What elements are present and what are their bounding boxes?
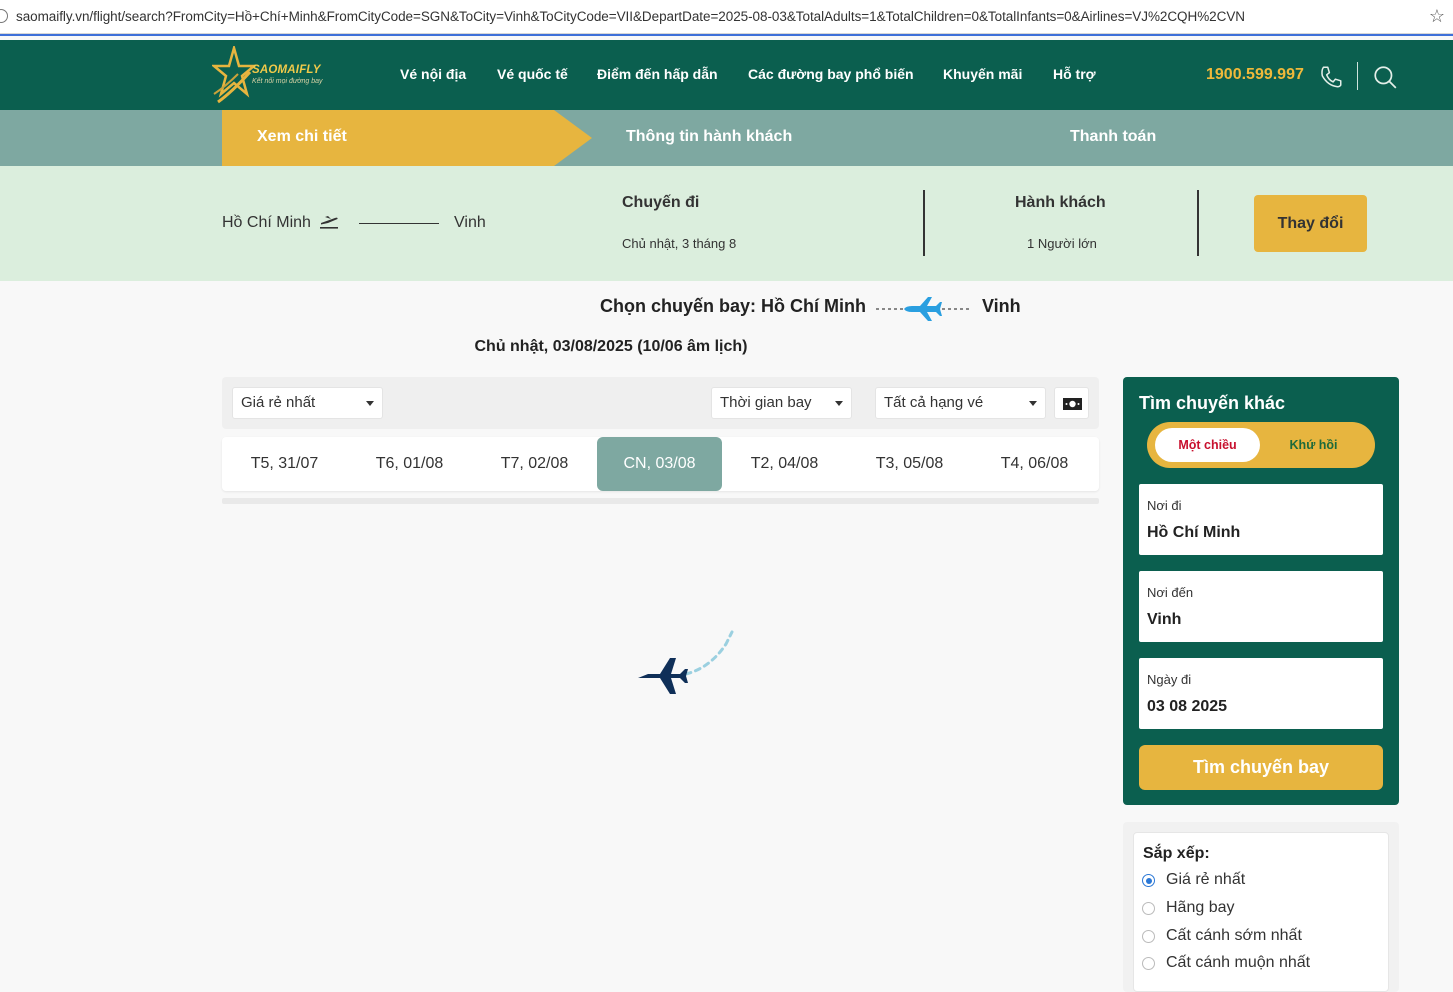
destination-label: Nơi đến [1147, 585, 1194, 600]
sort-box: Sắp xếp: Giá rẻ nhất Hãng bay Cất cánh s… [1133, 832, 1389, 992]
nav-international-tickets[interactable]: Vé quốc tế [497, 66, 568, 82]
route-date: Chủ nhật, 03/08/2025 (10/06 âm lịch) [474, 338, 748, 355]
chevron-down-icon [366, 401, 374, 406]
summary-passenger-label: Hành khách [1015, 194, 1106, 211]
site-logo[interactable]: SAOMAIFLY Kết nối mọi đường bay [210, 43, 332, 106]
radio-selected[interactable] [1142, 874, 1155, 887]
ticket-class-select[interactable]: Tất cả hạng vé [875, 387, 1046, 419]
site-info-icon[interactable] [0, 9, 8, 23]
step-view-details: Xem chi tiết [257, 128, 347, 145]
summary-trip-date: Chủ nhật, 3 tháng 8 [622, 236, 737, 251]
header-divider [1357, 62, 1358, 90]
summary-from-city: Hồ Chí Minh [222, 214, 311, 231]
route-plane-icon [876, 297, 972, 321]
site-header: SAOMAIFLY Kết nối mọi đường bay Vé nội đ… [0, 40, 1453, 110]
date-tab[interactable]: T6, 01/08 [347, 437, 472, 491]
url-focus-line [0, 34, 1453, 36]
summary-to-city: Vinh [454, 214, 486, 231]
summary-route-line [359, 223, 439, 224]
depart-date-label: Ngày đi [1147, 672, 1192, 687]
flight-time-value: Thời gian bay [720, 394, 812, 411]
search-other-flights-panel: Tìm chuyến khác Một chiều Khứ hồi Nơi đi… [1123, 377, 1399, 805]
logo-tagline: Kết nối mọi đường bay [252, 78, 323, 85]
sort-option-label: Cất cánh sớm nhất [1166, 927, 1302, 944]
price-sort-select[interactable]: Giá rẻ nhất [232, 387, 383, 419]
depart-date-field[interactable]: Ngày đi 03 08 2025 [1139, 658, 1383, 729]
nav-attractive-destinations[interactable]: Điểm đến hấp dẫn [597, 66, 718, 82]
chevron-down-icon [1029, 401, 1037, 406]
nav-support[interactable]: Hỗ trợ [1053, 66, 1096, 82]
hotline-number[interactable]: 1900.599.997 [1206, 66, 1304, 84]
radio[interactable] [1142, 957, 1155, 970]
change-search-button[interactable]: Thay đổi [1254, 195, 1367, 252]
destination-value: Vinh [1147, 611, 1182, 628]
booking-steps: Xem chi tiết Thông tin hành khách Thanh … [0, 110, 1453, 166]
summary-divider [1197, 190, 1199, 256]
sort-title: Sắp xếp: [1143, 845, 1210, 862]
sort-panel: Sắp xếp: Giá rẻ nhất Hãng bay Cất cánh s… [1123, 822, 1399, 992]
flight-time-select[interactable]: Thời gian bay [711, 387, 852, 419]
browser-url-bar: saomaifly.vn/flight/search?FromCity=Hồ+C… [0, 0, 1453, 34]
route-title-destination: Vinh [982, 296, 1021, 316]
origin-field[interactable]: Nơi đi Hồ Chí Minh [1139, 484, 1383, 555]
filter-bar: Giá rẻ nhất Thời gian bay Tất cả hạng vé [222, 377, 1099, 429]
date-tab[interactable]: T7, 02/08 [472, 437, 597, 491]
nav-domestic-tickets[interactable]: Vé nội địa [400, 66, 466, 82]
date-tab[interactable]: T5, 31/07 [222, 437, 347, 491]
date-tab-selected[interactable]: CN, 03/08 [597, 437, 722, 491]
step-payment: Thanh toán [1070, 128, 1157, 145]
date-tab[interactable]: T3, 05/08 [847, 437, 972, 491]
summary-passenger-count: 1 Người lớn [1027, 236, 1097, 251]
date-tab[interactable]: T2, 04/08 [722, 437, 847, 491]
money-icon [1063, 398, 1082, 410]
nav-popular-routes[interactable]: Các đường bay phổ biến [748, 66, 914, 82]
url-text[interactable]: saomaifly.vn/flight/search?FromCity=Hồ+C… [16, 9, 1245, 24]
trip-type-toggle: Một chiều Khứ hồi [1147, 422, 1375, 468]
loading-plane-icon [638, 630, 734, 694]
route-title-prefix: Chọn chuyến bay: Hồ Chí Minh [600, 296, 866, 316]
radio[interactable] [1142, 902, 1155, 915]
price-sort-value: Giá rẻ nhất [241, 394, 316, 411]
logo-brand-text: SAOMAIFLY [252, 64, 321, 76]
date-tab[interactable]: T4, 06/08 [972, 437, 1097, 491]
find-flights-button[interactable]: Tìm chuyến bay [1139, 745, 1383, 790]
search-panel-title: Tìm chuyến khác [1139, 393, 1286, 413]
destination-field[interactable]: Nơi đến Vinh [1139, 571, 1383, 642]
takeoff-icon [320, 216, 338, 229]
one-way-option[interactable]: Một chiều [1155, 428, 1260, 462]
nav-promotions[interactable]: Khuyến mãi [943, 66, 1022, 82]
bookmark-star-icon[interactable]: ☆ [1429, 6, 1445, 27]
price-display-toggle[interactable] [1054, 387, 1089, 419]
sort-option-label: Giá rẻ nhất [1166, 871, 1246, 888]
origin-value: Hồ Chí Minh [1147, 524, 1241, 541]
origin-label: Nơi đi [1147, 498, 1182, 513]
trip-summary: Hồ Chí Minh Vinh Chuyến đi Chủ nhật, 3 t… [0, 166, 1453, 281]
summary-trip-label: Chuyến đi [622, 194, 700, 211]
sort-option-label: Cất cánh muộn nhất [1166, 954, 1311, 971]
date-tabs: T5, 31/07 T6, 01/08 T7, 02/08 CN, 03/08 … [222, 437, 1099, 491]
chevron-down-icon [835, 401, 843, 406]
ticket-class-value: Tất cả hạng vé [884, 394, 984, 411]
summary-divider [923, 190, 925, 256]
star-logo-icon [210, 43, 258, 104]
phone-icon[interactable] [1318, 64, 1344, 90]
search-icon[interactable] [1372, 64, 1398, 90]
step-passenger-info: Thông tin hành khách [626, 128, 793, 145]
round-trip-option[interactable]: Khứ hồi [1261, 428, 1366, 462]
date-tabs-scroll-track [222, 498, 1099, 504]
sort-option-label: Hãng bay [1166, 899, 1235, 916]
radio[interactable] [1142, 930, 1155, 943]
depart-date-value: 03 08 2025 [1147, 698, 1228, 715]
